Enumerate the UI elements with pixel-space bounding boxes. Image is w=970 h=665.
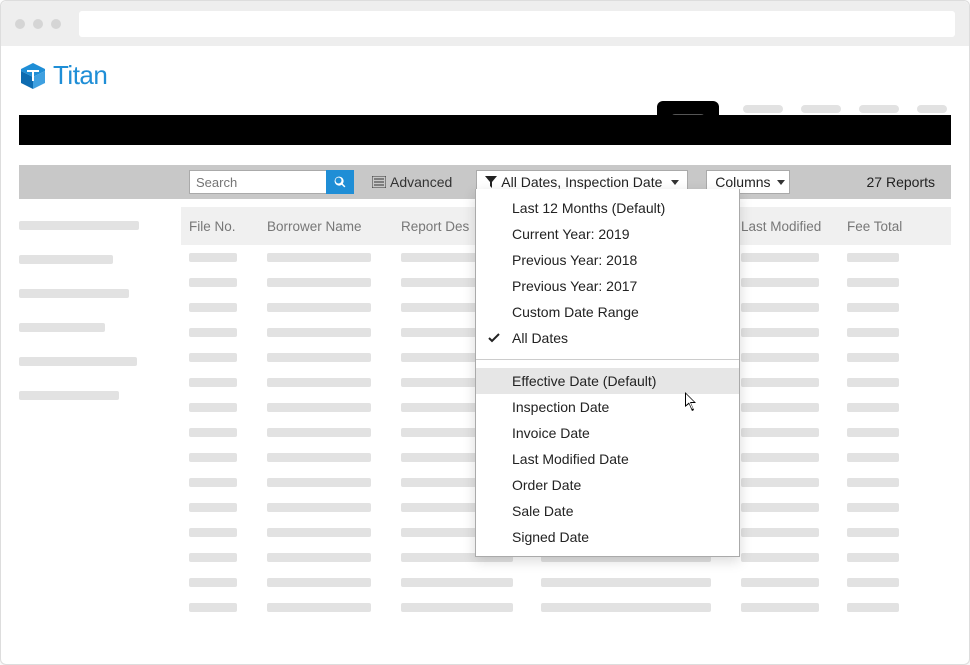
- window-dot: [15, 19, 25, 29]
- col-last-modified[interactable]: Last Modified: [741, 219, 837, 234]
- nav-bar-bg: [19, 115, 951, 145]
- sidebar-item[interactable]: [19, 289, 129, 298]
- menu-item-label: Signed Date: [512, 529, 589, 545]
- date-field-option[interactable]: Invoice Date: [476, 420, 739, 446]
- date-field-option[interactable]: Inspection Date: [476, 394, 739, 420]
- nav-tab[interactable]: [801, 105, 841, 113]
- date-filter-label: All Dates, Inspection Date: [501, 174, 662, 190]
- nav-tab[interactable]: [743, 105, 783, 113]
- menu-item-label: Custom Date Range: [512, 304, 639, 320]
- date-range-option[interactable]: Current Year: 2019: [476, 221, 739, 247]
- caret-down-icon: [777, 180, 785, 185]
- date-range-option[interactable]: Last 12 Months (Default): [476, 195, 739, 221]
- sidebar-item[interactable]: [19, 391, 119, 400]
- menu-item-label: Last Modified Date: [512, 451, 629, 467]
- menu-item-label: Previous Year: 2017: [512, 278, 637, 294]
- menu-item-label: Current Year: 2019: [512, 226, 630, 242]
- date-field-option[interactable]: Last Modified Date: [476, 446, 739, 472]
- browser-window: Titan Advanced All Dates, Inspection Da: [0, 0, 970, 665]
- menu-item-label: Effective Date (Default): [512, 373, 656, 389]
- sidebar-item[interactable]: [19, 357, 137, 366]
- date-range-option[interactable]: Previous Year: 2017: [476, 273, 739, 299]
- date-filter-menu: Last 12 Months (Default) Current Year: 20…: [475, 189, 740, 557]
- col-borrower-name[interactable]: Borrower Name: [267, 219, 391, 234]
- menu-item-label: Last 12 Months (Default): [512, 200, 665, 216]
- menu-item-label: Previous Year: 2018: [512, 252, 637, 268]
- menu-item-label: All Dates: [512, 330, 568, 346]
- date-range-option[interactable]: Custom Date Range: [476, 299, 739, 325]
- columns-label: Columns: [715, 174, 770, 190]
- date-field-section: Effective Date (Default) Inspection Date I…: [476, 362, 739, 556]
- table-row[interactable]: [181, 570, 951, 595]
- list-icon: [372, 176, 386, 188]
- titan-logo-icon: [21, 63, 45, 89]
- app-header: Titan: [1, 46, 969, 101]
- menu-item-label: Invoice Date: [512, 425, 590, 441]
- report-count: 27 Reports: [867, 174, 935, 190]
- table-row[interactable]: [181, 595, 951, 620]
- nav-bar: [1, 101, 969, 135]
- date-field-option[interactable]: Signed Date: [476, 524, 739, 550]
- col-fee-total[interactable]: Fee Total: [847, 219, 911, 234]
- search-icon: [334, 176, 346, 188]
- col-file-no[interactable]: File No.: [189, 219, 257, 234]
- menu-divider: [476, 359, 739, 360]
- window-dot: [51, 19, 61, 29]
- app-name: Titan: [53, 60, 107, 91]
- date-range-section: Last 12 Months (Default) Current Year: 20…: [476, 189, 739, 357]
- date-field-option[interactable]: Effective Date (Default): [476, 368, 739, 394]
- nav-tab[interactable]: [917, 105, 947, 113]
- search-button[interactable]: [326, 170, 354, 194]
- menu-item-label: Sale Date: [512, 503, 573, 519]
- search-input[interactable]: [189, 170, 326, 194]
- window-dot: [33, 19, 43, 29]
- date-range-option[interactable]: Previous Year: 2018: [476, 247, 739, 273]
- url-bar[interactable]: [79, 11, 955, 37]
- nav-tab[interactable]: [859, 105, 899, 113]
- sidebar-item[interactable]: [19, 221, 139, 230]
- check-icon: [488, 330, 500, 346]
- search-group: [189, 170, 354, 194]
- caret-down-icon: [671, 180, 679, 185]
- menu-item-label: Inspection Date: [512, 399, 609, 415]
- menu-item-label: Order Date: [512, 477, 581, 493]
- filter-icon: [485, 176, 497, 188]
- date-range-option[interactable]: All Dates: [476, 325, 739, 351]
- date-field-option[interactable]: Order Date: [476, 472, 739, 498]
- sidebar: [19, 207, 167, 620]
- advanced-label: Advanced: [390, 174, 452, 190]
- browser-chrome: [1, 1, 969, 46]
- date-field-option[interactable]: Sale Date: [476, 498, 739, 524]
- sidebar-item[interactable]: [19, 255, 113, 264]
- sidebar-item[interactable]: [19, 323, 105, 332]
- advanced-search-link[interactable]: Advanced: [372, 174, 452, 190]
